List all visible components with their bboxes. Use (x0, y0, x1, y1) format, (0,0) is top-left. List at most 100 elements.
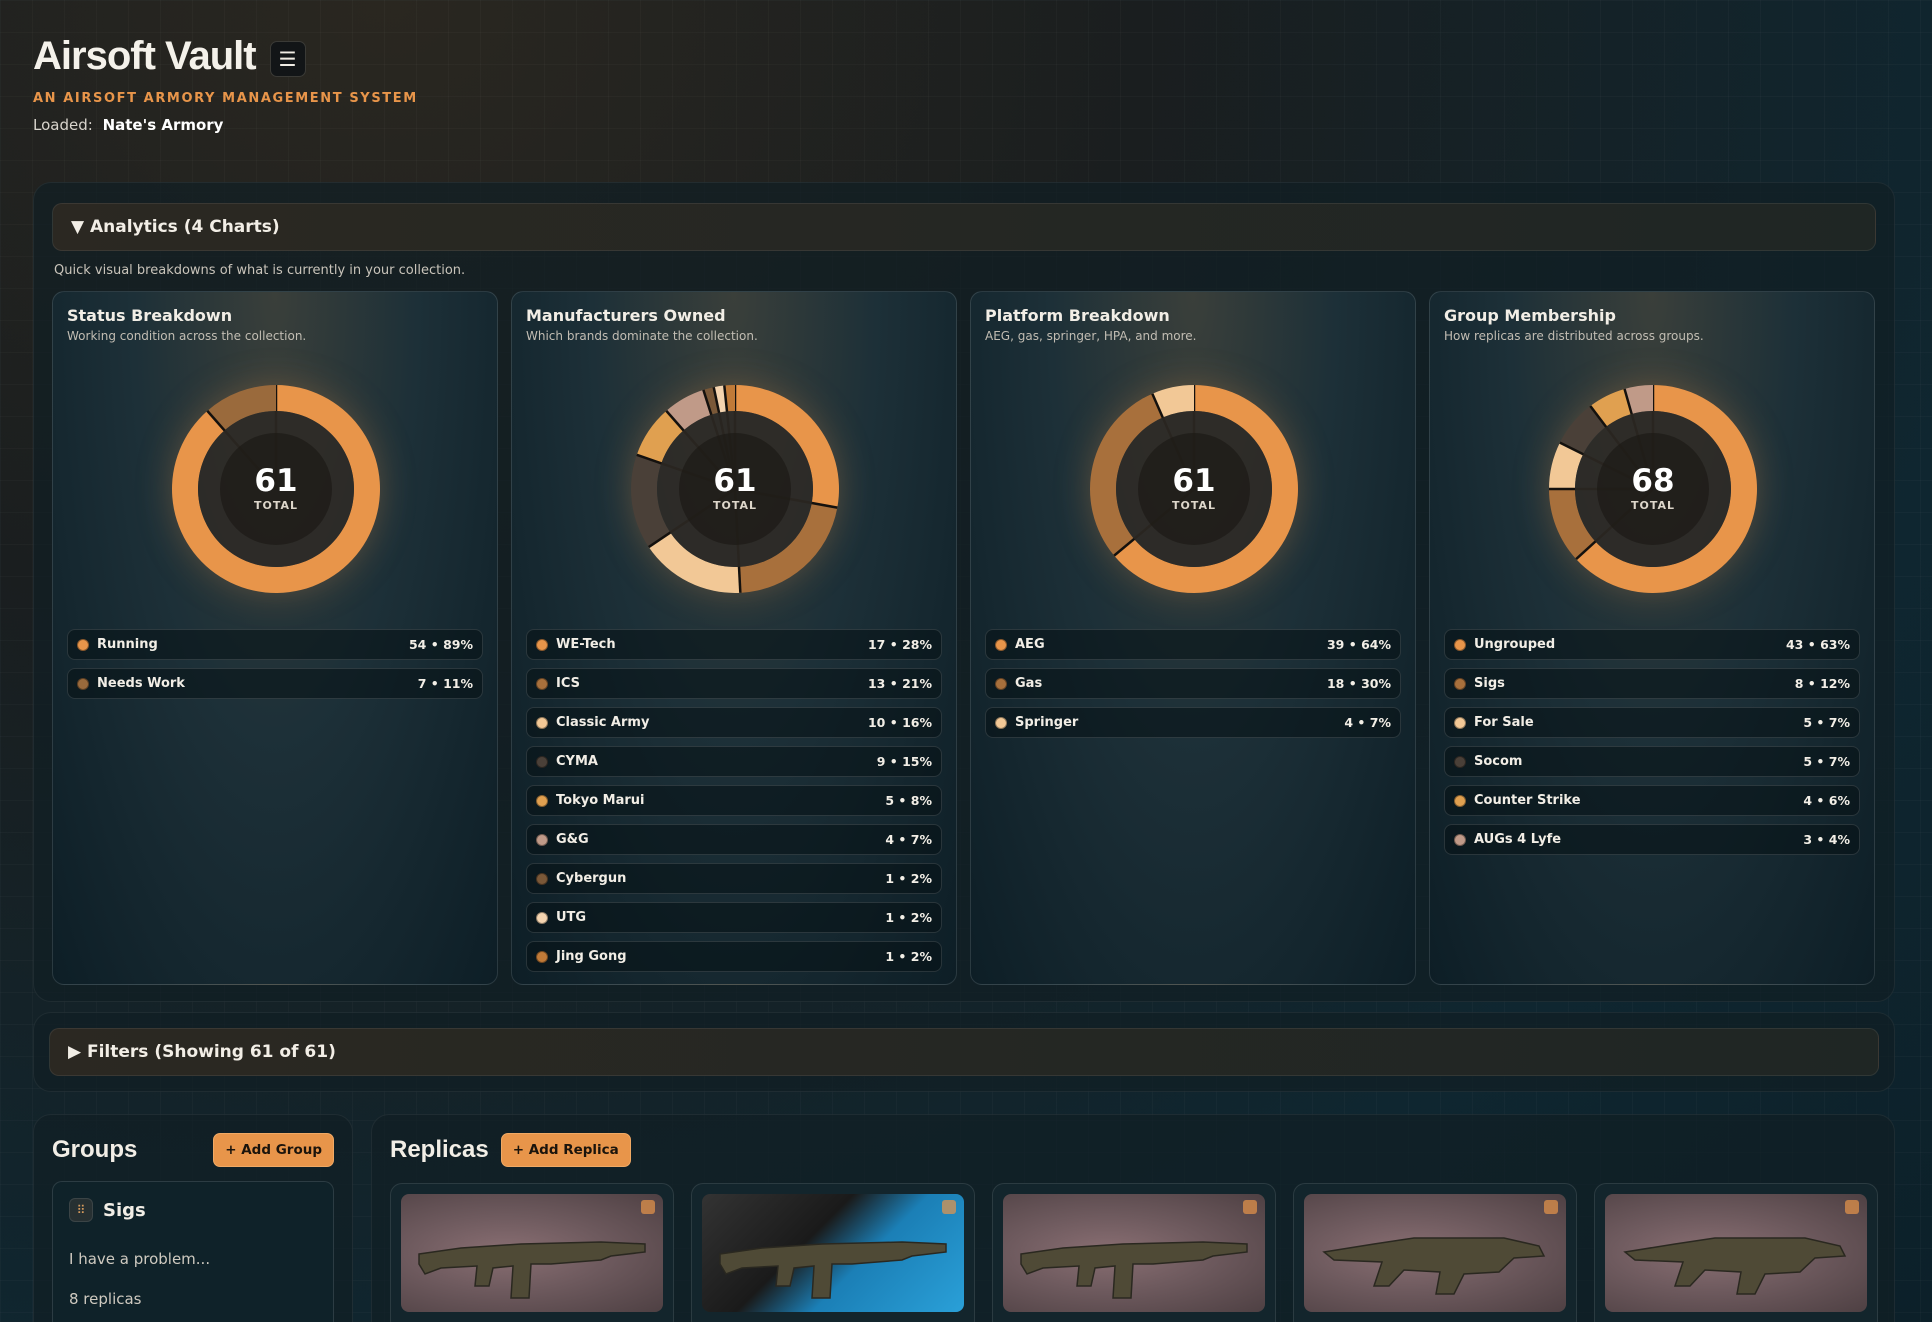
legend-item[interactable]: Jing Gong 1 • 2% (526, 941, 942, 972)
legend-value: 43 • 63% (1785, 637, 1850, 652)
legend-label: Running (97, 637, 158, 652)
donut-total-label: TOTAL (1171, 499, 1217, 512)
legend-value: 4 • 7% (1344, 715, 1391, 730)
legend-value: 18 • 30% (1326, 676, 1391, 691)
chart-legend: WE-Tech 17 • 28% ICS 13 • 21% Classic Army 10… (526, 629, 942, 980)
replica-card[interactable] (691, 1183, 975, 1322)
legend-item[interactable]: ICS 13 • 21% (526, 668, 942, 699)
legend-value: 4 • 7% (885, 832, 932, 847)
legend-value: 17 • 28% (867, 637, 932, 652)
legend-label: For Sale (1474, 715, 1534, 730)
legend-dot-icon (995, 716, 1007, 729)
bullpup-photo-icon (1605, 1194, 1867, 1312)
legend-value: 13 • 21% (867, 676, 932, 691)
legend-item[interactable]: Socom 5 • 7% (1444, 746, 1860, 777)
legend-label: Cybergun (556, 871, 627, 886)
legend-item[interactable]: Ungrouped 43 • 63% (1444, 629, 1860, 660)
legend-value: 4 • 6% (1803, 793, 1850, 808)
menu-icon[interactable]: ☰ (269, 40, 306, 77)
drag-handle-icon[interactable] (1845, 1200, 1859, 1214)
legend-label: ICS (556, 676, 580, 691)
rifle-photo-icon (702, 1194, 964, 1312)
donut-total: 68 (1631, 463, 1675, 499)
legend-dot-icon (77, 638, 89, 651)
legend-item[interactable]: WE-Tech 17 • 28% (526, 629, 942, 660)
loaded-armory-name: Nate's Armory (102, 116, 224, 134)
donut-center: 61 TOTAL (630, 384, 840, 594)
rifle-silhouette (418, 1241, 646, 1299)
legend-item[interactable]: Gas 18 • 30% (985, 668, 1401, 699)
drag-handle-icon[interactable] (942, 1200, 956, 1214)
filters-toggle[interactable]: ▶ Filters (Showing 61 of 61) (49, 1028, 1879, 1076)
legend-value: 5 • 7% (1803, 754, 1850, 769)
drag-handle-icon[interactable]: ⠿ (69, 1198, 93, 1222)
donut-total: 61 (1172, 463, 1216, 499)
add-group-button[interactable]: + Add Group (213, 1133, 334, 1167)
legend-item[interactable]: AEG 39 • 64% (985, 629, 1401, 660)
legend-label: Sigs (1474, 676, 1505, 691)
legend-dot-icon (1454, 716, 1466, 729)
legend-dot-icon (536, 755, 548, 768)
legend-item[interactable]: Springer 4 • 7% (985, 707, 1401, 738)
legend-dot-icon (995, 638, 1007, 651)
legend-item[interactable]: UTG 1 • 2% (526, 902, 942, 933)
legend-label: G&G (556, 832, 589, 847)
legend-item[interactable]: Needs Work 7 • 11% (67, 668, 483, 699)
chart-subtitle: How replicas are distributed across grou… (1444, 329, 1704, 343)
legend-item[interactable]: G&G 4 • 7% (526, 824, 942, 855)
group-description: I have a problem... (69, 1250, 211, 1268)
legend-item[interactable]: AUGs 4 Lyfe 3 • 4% (1444, 824, 1860, 855)
analytics-note: Quick visual breakdowns of what is curre… (54, 263, 466, 278)
chart-legend: Running 54 • 89% Needs Work 7 • 11% (67, 629, 483, 707)
chart-title: Manufacturers Owned (526, 306, 726, 325)
legend-label: WE-Tech (556, 637, 616, 652)
group-name: Sigs (103, 1199, 146, 1221)
replica-card[interactable] (390, 1183, 674, 1322)
legend-dot-icon (536, 794, 548, 807)
replica-card[interactable] (1594, 1183, 1878, 1322)
legend-value: 10 • 16% (867, 715, 932, 730)
chart-title: Group Membership (1444, 306, 1616, 325)
app-header: Airsoft Vault ☰ AN AIRSOFT ARMORY MANAGE… (33, 34, 418, 134)
chart-title: Status Breakdown (67, 306, 233, 325)
legend-dot-icon (995, 677, 1007, 690)
chart-card: Group Membership How replicas are distrib… (1429, 291, 1875, 985)
legend-label: Jing Gong (556, 949, 627, 964)
donut-total: 61 (713, 463, 757, 499)
replica-card[interactable] (992, 1183, 1276, 1322)
drag-handle-icon[interactable] (1544, 1200, 1558, 1214)
chart-subtitle: Which brands dominate the collection. (526, 329, 758, 343)
bullpup-photo-icon (1304, 1194, 1566, 1312)
legend-item[interactable]: Counter Strike 4 • 6% (1444, 785, 1860, 816)
group-card[interactable]: ⠿ Sigs I have a problem... 8 replicas (52, 1181, 334, 1322)
filters-panel: ▶ Filters (Showing 61 of 61) (33, 1012, 1895, 1092)
chart-card: Platform Breakdown AEG, gas, springer, HP… (970, 291, 1416, 985)
donut-total-label: TOTAL (253, 499, 299, 512)
legend-dot-icon (1454, 638, 1466, 651)
donut-chart: 61 TOTAL (1089, 384, 1299, 594)
groups-panel: Groups + Add Group ⠿ Sigs I have a probl… (33, 1114, 353, 1322)
legend-dot-icon (1454, 794, 1466, 807)
add-replica-button[interactable]: + Add Replica (500, 1133, 631, 1167)
legend-value: 54 • 89% (408, 637, 473, 652)
legend-item[interactable]: Sigs 8 • 12% (1444, 668, 1860, 699)
legend-item[interactable]: Classic Army 10 • 16% (526, 707, 942, 738)
legend-value: 9 • 15% (876, 754, 932, 769)
drag-handle-icon[interactable] (1243, 1200, 1257, 1214)
legend-dot-icon (536, 833, 548, 846)
chart-cards: Status Breakdown Working condition across… (52, 291, 1875, 985)
analytics-toggle[interactable]: ▼ Analytics (4 Charts) (52, 203, 1876, 251)
rifle-silhouette (1322, 1237, 1546, 1295)
legend-item[interactable]: Tokyo Marui 5 • 8% (526, 785, 942, 816)
legend-item[interactable]: Cybergun 1 • 2% (526, 863, 942, 894)
drag-handle-icon[interactable] (641, 1200, 655, 1214)
replicas-panel: Replicas + Add Replica (371, 1114, 1895, 1322)
group-replica-count: 8 replicas (69, 1290, 142, 1308)
replica-card[interactable] (1293, 1183, 1577, 1322)
legend-item[interactable]: Running 54 • 89% (67, 629, 483, 660)
legend-dot-icon (536, 677, 548, 690)
legend-item[interactable]: CYMA 9 • 15% (526, 746, 942, 777)
legend-dot-icon (536, 638, 548, 651)
legend-item[interactable]: For Sale 5 • 7% (1444, 707, 1860, 738)
legend-value: 1 • 2% (885, 910, 932, 925)
